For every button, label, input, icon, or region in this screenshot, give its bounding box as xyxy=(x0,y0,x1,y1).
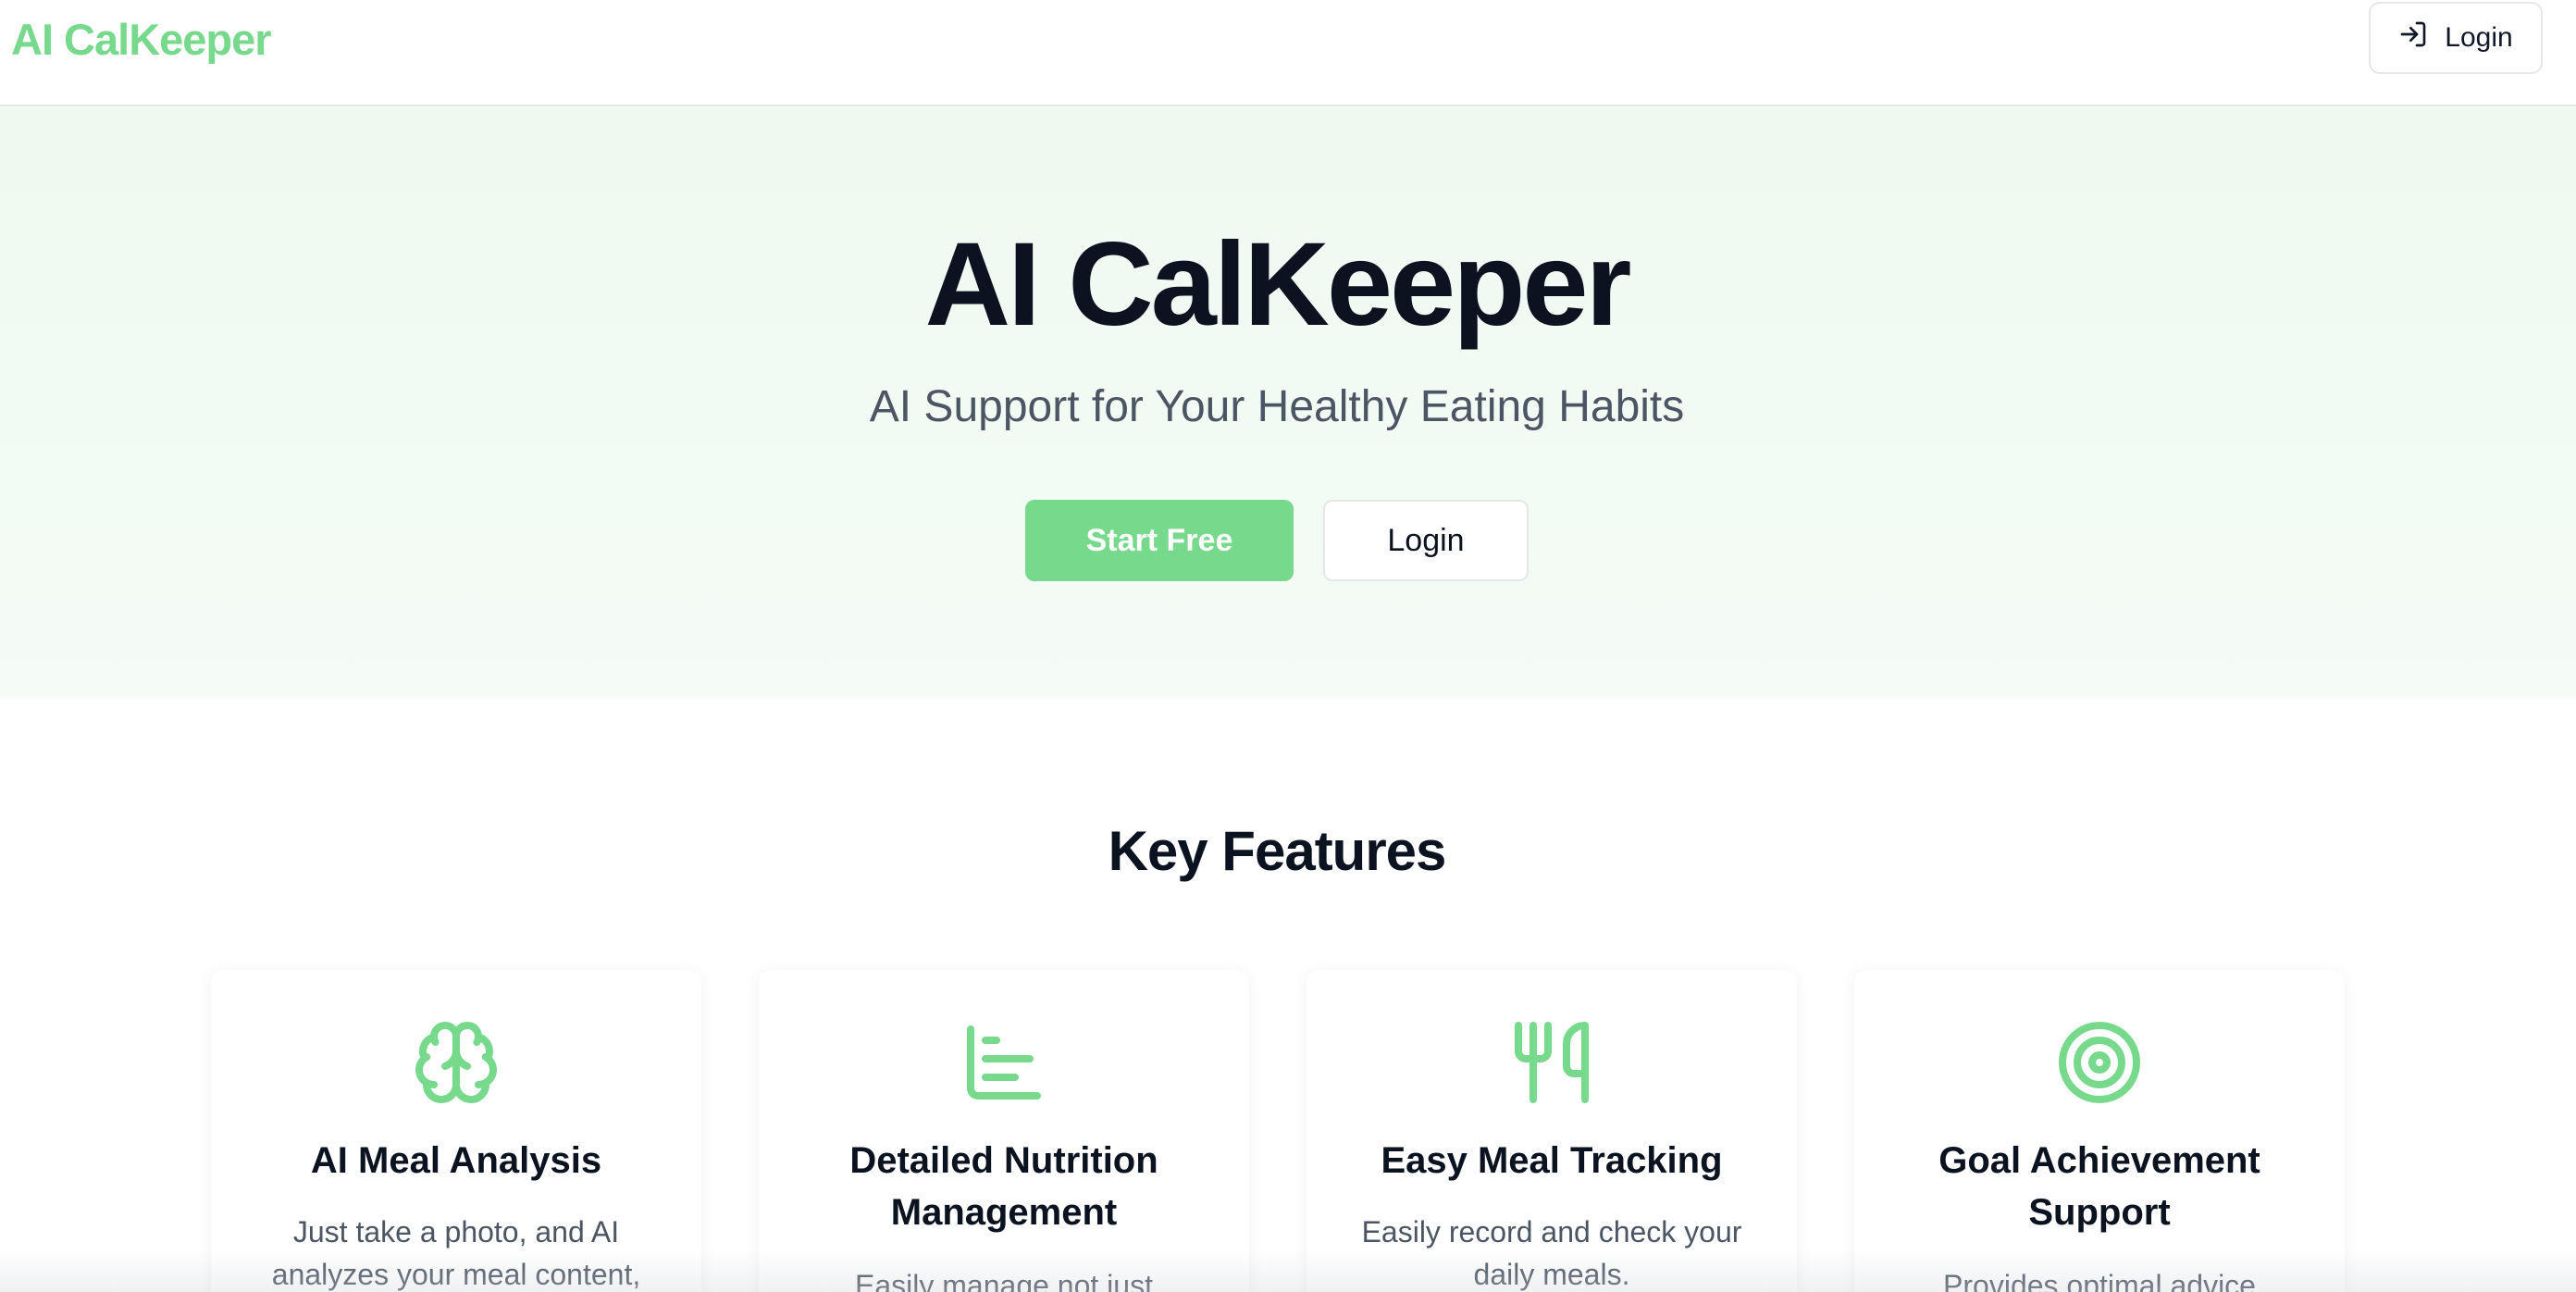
feature-card-goal-support: Goal Achievement Support Provides optima… xyxy=(1854,970,2345,1292)
feature-title: Detailed Nutrition Management xyxy=(849,1140,1158,1233)
login-icon xyxy=(2398,19,2428,56)
feature-description: Easily record and check your daily meals… xyxy=(1361,1215,1742,1291)
feature-description: Just take a photo, and AI analyzes your … xyxy=(271,1215,641,1291)
feature-title: AI Meal Analysis xyxy=(310,1140,602,1181)
feature-description: Easily manage not just xyxy=(855,1269,1153,1292)
feature-description: Provides optimal advice xyxy=(1943,1269,2256,1292)
hero-subtitle: AI Support for Your Healthy Eating Habit… xyxy=(869,382,1685,431)
hero-title: AI CalKeeper xyxy=(924,218,1632,351)
features-title: Key Features xyxy=(1108,820,1447,882)
feature-card-meal-tracking: Easy Meal Tracking Easily record and che… xyxy=(1307,970,1797,1292)
landing-page: AI CalKeeper Login AI CalKeeper AI Suppo… xyxy=(0,0,2576,1292)
start-free-button[interactable]: Start Free xyxy=(1025,500,1294,581)
feature-card-nutrition-management: Detailed Nutrition Management Easily man… xyxy=(759,970,1249,1292)
feature-card-ai-meal-analysis: AI Meal Analysis Just take a photo, and … xyxy=(211,970,701,1292)
brain-icon xyxy=(211,1018,701,1111)
header-login-label: Login xyxy=(2445,22,2513,53)
bar-chart-icon xyxy=(759,1018,1249,1111)
brand-logo[interactable]: AI CalKeeper xyxy=(11,11,272,68)
header-login-button[interactable]: Login xyxy=(2369,2,2543,74)
feature-title: Easy Meal Tracking xyxy=(1381,1140,1723,1181)
top-navbar: AI CalKeeper Login xyxy=(0,0,2576,106)
feature-title: Goal Achievement Support xyxy=(1938,1140,2260,1233)
hero-section: AI CalKeeper AI Support for Your Healthy… xyxy=(0,106,2576,699)
target-icon xyxy=(1854,1018,2345,1111)
hero-login-button[interactable]: Login xyxy=(1323,500,1529,581)
utensils-icon xyxy=(1307,1018,1797,1111)
